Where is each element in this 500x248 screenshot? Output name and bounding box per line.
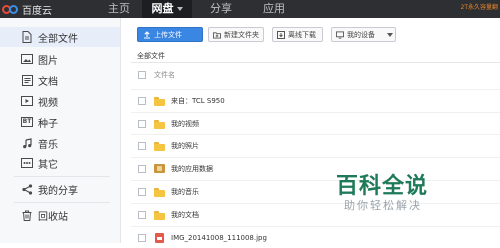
more-icon [21,157,33,169]
upload-button[interactable]: 上传文件 [137,27,203,42]
folder-icon [154,141,165,151]
row-checkbox[interactable] [138,210,146,219]
nav-item-label: 主页 [108,2,130,15]
cloud-logo-icon [2,4,20,14]
file-name[interactable]: 我的文档 [171,210,199,220]
sidebar-item-label: 其它 [38,159,58,171]
new-folder-button[interactable]: 新建文件夹 [208,27,264,42]
baidu-cloud-logo[interactable]: 百度云 [2,1,52,17]
folder-plus-icon [213,31,221,39]
row-checkbox[interactable] [138,96,146,105]
music-icon [21,137,33,149]
my-devices-dropdown-toggle[interactable] [385,27,396,42]
watermark-subtitle: 助你轻松解决 [344,199,422,212]
row-checkbox[interactable] [138,119,146,128]
nav-item-share[interactable]: 分享 [200,0,242,18]
upload-button-label: 上传文件 [154,30,182,39]
offline-download-button-label: 离线下载 [288,30,316,39]
new-folder-button-label: 新建文件夹 [224,30,259,39]
row-checkbox[interactable] [138,233,146,242]
sidebar-item-videos[interactable]: 视频 [0,91,120,111]
folder-icon [154,119,165,129]
sidebar-item-label: 音乐 [38,139,58,151]
folder-icon [154,187,165,197]
bt-icon-text: BT [20,117,34,127]
folder-icon [154,210,165,220]
nav-item-home[interactable]: 主页 [100,0,138,18]
file-row[interactable]: 我的音乐 [131,180,500,202]
nav-item-label: 网盘 [151,2,174,15]
offline-download-button[interactable]: 离线下载 [272,27,323,42]
image-icon [21,53,33,65]
sidebar-divider [14,202,110,203]
file-row[interactable]: 我的视频 [131,112,500,134]
trash-icon [21,209,33,221]
nav-item-netdisk[interactable]: 网盘 [142,0,192,18]
file-name[interactable]: IMG_20141008_111008.jpg [171,234,267,242]
file-row[interactable]: 我的照片 [131,134,500,156]
row-checkbox[interactable] [138,187,146,196]
sidebar-item-music[interactable]: 音乐 [0,133,120,153]
file-row[interactable]: 我的应用数据 [131,157,500,179]
row-checkbox[interactable] [138,164,146,173]
file-name[interactable]: 我的应用数据 [171,164,213,174]
storage-promo-link[interactable]: 2T永久容量翻 [461,2,498,11]
sidebar-item-torrents[interactable]: BT 种子 [0,112,120,132]
file-row[interactable]: 来自：TCL S950 [131,89,500,111]
device-icon [336,30,344,39]
offline-download-icon [277,30,285,39]
nav-item-label: 应用 [263,2,285,15]
chevron-down-icon [387,32,393,37]
sidebar-item-label: 我的分享 [38,185,78,197]
select-all-checkbox[interactable] [138,70,146,79]
sidebar-item-label: 全部文件 [38,33,78,45]
bt-icon: BT [20,116,34,128]
nav-item-apps[interactable]: 应用 [255,0,293,18]
column-header-filename[interactable]: 文件名 [154,70,175,80]
sidebar-item-my-shares[interactable]: 我的分享 [0,179,120,199]
my-devices-button[interactable]: 我的设备 [331,27,386,42]
file-name[interactable]: 我的视频 [171,119,199,129]
sidebar-item-documents[interactable]: 文档 [0,70,120,90]
upload-icon [143,30,151,39]
sidebar-item-label: 图片 [38,55,58,67]
row-checkbox[interactable] [138,141,146,150]
file-name[interactable]: 我的音乐 [171,187,199,197]
app-folder-icon [154,164,165,173]
breadcrumb[interactable]: 全部文件 [137,51,165,61]
file-row[interactable]: IMG_20141008_111008.jpg [131,226,500,248]
top-nav-bar: 百度云 主页 网盘 分享 应用 2T永久容量翻 [0,0,500,18]
document-icon [21,31,33,43]
file-row[interactable]: 我的文档 [131,203,500,225]
sidebar-item-label: 回收站 [38,211,68,223]
sidebar: 全部文件 图片 文档 视频 BT 种子 音乐 其它 我的分享 回收站 [0,18,121,243]
sidebar-item-label: 文档 [38,76,58,88]
file-name[interactable]: 来自：TCL S950 [171,96,225,106]
folder-icon [154,96,165,106]
chevron-down-icon [176,7,183,11]
image-file-icon [155,232,164,243]
sidebar-item-recycle-bin[interactable]: 回收站 [0,205,120,225]
sidebar-item-images[interactable]: 图片 [0,49,120,69]
share-icon [21,183,33,195]
sidebar-item-label: 种子 [38,118,58,130]
file-name[interactable]: 我的照片 [171,141,199,151]
logo-text: 百度云 [22,5,52,17]
nav-item-label: 分享 [210,2,232,15]
file-list-header: 文件名 [131,63,500,86]
sidebar-item-label: 视频 [38,97,58,109]
video-icon [21,95,33,107]
my-devices-button-label: 我的设备 [347,30,375,39]
sidebar-item-others[interactable]: 其它 [0,153,120,173]
sidebar-item-all-files[interactable]: 全部文件 [0,27,120,47]
watermark-title: 百科全说 [336,174,429,199]
file-text-icon [21,74,33,86]
sidebar-divider [14,176,110,177]
